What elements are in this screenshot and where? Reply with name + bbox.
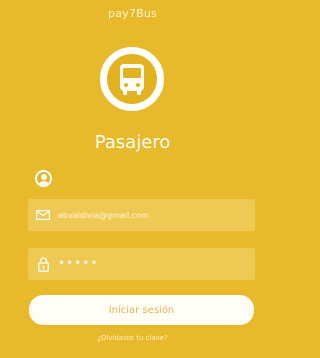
user-avatar-icon[interactable] (35, 170, 52, 187)
envelope-icon (28, 199, 58, 231)
login-button[interactable]: Iniciar sesión (29, 295, 254, 325)
password-field[interactable]: ••••• (28, 248, 255, 280)
lock-icon (28, 248, 58, 280)
forgot-password-link[interactable]: ¿Olvidaste tu clave? (0, 334, 265, 342)
bus-icon (120, 64, 144, 95)
email-field[interactable]: ebvaldivia@gmail.com (28, 199, 255, 231)
bus-logo (100, 47, 164, 111)
app-title: pay7Bus (108, 7, 157, 20)
email-value: ebvaldivia@gmail.com (58, 210, 149, 220)
avatar-head (41, 174, 47, 180)
role-title: Pasajero (94, 132, 171, 153)
avatar-body (38, 181, 50, 185)
password-value: ••••• (58, 255, 99, 270)
